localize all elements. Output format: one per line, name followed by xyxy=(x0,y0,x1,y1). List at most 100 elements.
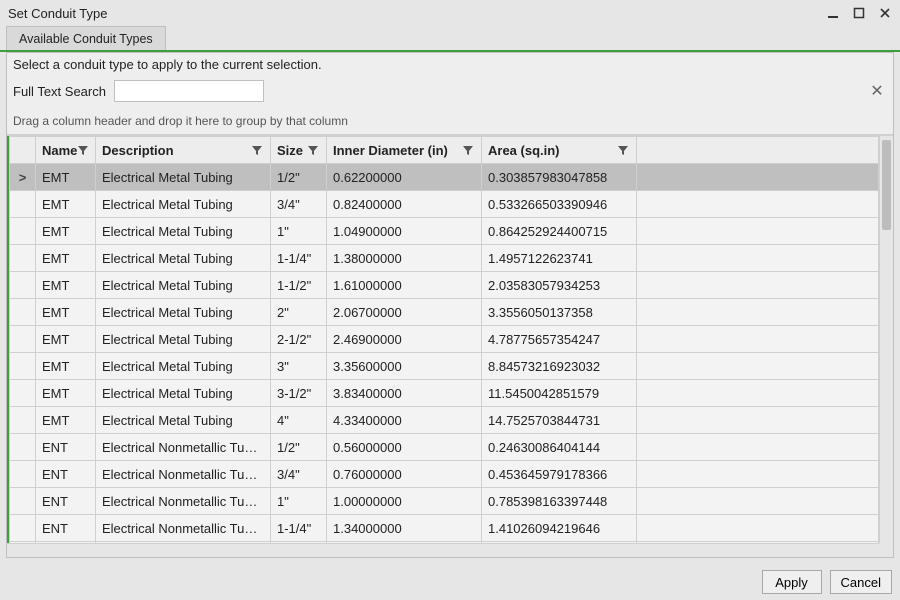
content-panel: Select a conduit type to apply to the cu… xyxy=(6,52,894,558)
scrollbar-corner xyxy=(879,543,893,557)
horizontal-scrollbar[interactable] xyxy=(7,543,879,557)
cancel-button[interactable]: Cancel xyxy=(830,570,892,594)
clear-search-button[interactable]: ✕ xyxy=(867,81,887,101)
cell-inner_diameter: 0.56000000 xyxy=(327,434,482,461)
cell-size: 3-1/2" xyxy=(271,380,327,407)
row-selector-icon[interactable] xyxy=(10,272,36,299)
row-selector-icon[interactable] xyxy=(10,245,36,272)
apply-button[interactable]: Apply xyxy=(762,570,822,594)
cell-name: EMT xyxy=(36,272,96,299)
minimize-icon xyxy=(827,7,839,19)
table-row[interactable]: EMTElectrical Metal Tubing4"4.3340000014… xyxy=(10,407,879,434)
cell-name: EMT xyxy=(36,407,96,434)
close-window-button[interactable] xyxy=(876,4,894,22)
row-selector-icon[interactable] xyxy=(10,434,36,461)
cell-area: 0.24630086404144 xyxy=(482,434,637,461)
column-header-size[interactable]: Size xyxy=(271,137,327,164)
cell-area: 3.3556050137358 xyxy=(482,299,637,326)
tab-available-conduit-types[interactable]: Available Conduit Types xyxy=(6,26,166,50)
grid-viewport[interactable]: Name Description xyxy=(7,136,879,543)
cell-name: EMT xyxy=(36,191,96,218)
scrollbar-thumb[interactable] xyxy=(882,140,891,230)
filter-icon[interactable] xyxy=(77,143,89,157)
cell-name: ENT xyxy=(36,515,96,542)
table-row[interactable]: >EMTElectrical Metal Tubing1/2"0.6220000… xyxy=(10,164,879,191)
row-selector-icon[interactable] xyxy=(10,191,36,218)
cell-inner_diameter: 1.61000000 xyxy=(327,272,482,299)
tabstrip: Available Conduit Types xyxy=(0,26,900,52)
cell-description: Electrical Metal Tubing xyxy=(96,353,271,380)
cell-inner_diameter: 1.04900000 xyxy=(327,218,482,245)
table-row[interactable]: ENTElectrical Nonmetallic Tubing3/4"0.76… xyxy=(10,461,879,488)
column-header-empty[interactable] xyxy=(637,137,879,164)
cell-description: Electrical Metal Tubing xyxy=(96,380,271,407)
row-selector-icon[interactable] xyxy=(10,218,36,245)
cell-empty xyxy=(637,515,879,542)
cell-description: Electrical Metal Tubing xyxy=(96,299,271,326)
column-header-area[interactable]: Area (sq.in) xyxy=(482,137,637,164)
column-header-inner-diameter[interactable]: Inner Diameter (in) xyxy=(327,137,482,164)
cell-name: ENT xyxy=(36,434,96,461)
cell-description: Electrical Metal Tubing xyxy=(96,407,271,434)
instruction-text: Select a conduit type to apply to the cu… xyxy=(7,53,893,76)
cell-area: 14.7525703844731 xyxy=(482,407,637,434)
table-row[interactable]: ENTElectrical Nonmetallic Tubing1"1.0000… xyxy=(10,488,879,515)
row-selector-icon[interactable] xyxy=(10,515,36,542)
cell-area: 0.785398163397448 xyxy=(482,488,637,515)
filter-icon[interactable] xyxy=(616,143,630,157)
window-buttons xyxy=(824,4,894,22)
filter-icon[interactable] xyxy=(250,143,264,157)
table-row[interactable]: EMTElectrical Metal Tubing1-1/2"1.610000… xyxy=(10,272,879,299)
table-row[interactable]: EMTElectrical Metal Tubing3"3.356000008.… xyxy=(10,353,879,380)
row-selector-icon[interactable] xyxy=(10,326,36,353)
table-row[interactable]: EMTElectrical Metal Tubing2-1/2"2.469000… xyxy=(10,326,879,353)
column-header-name[interactable]: Name xyxy=(36,137,96,164)
cell-empty xyxy=(637,191,879,218)
cell-inner_diameter: 2.06700000 xyxy=(327,299,482,326)
row-selector-icon[interactable] xyxy=(10,380,36,407)
minimize-button[interactable] xyxy=(824,4,842,22)
cell-description: Electrical Metal Tubing xyxy=(96,191,271,218)
table-row[interactable]: EMTElectrical Metal Tubing3-1/2"3.834000… xyxy=(10,380,879,407)
cell-name: EMT xyxy=(36,326,96,353)
cell-empty xyxy=(637,245,879,272)
table-row[interactable]: EMTElectrical Metal Tubing2"2.067000003.… xyxy=(10,299,879,326)
window: Set Conduit Type Available Conduit Types… xyxy=(0,0,900,600)
search-input[interactable] xyxy=(114,80,264,102)
table-row[interactable]: EMTElectrical Metal Tubing3/4"0.82400000… xyxy=(10,191,879,218)
cell-name: EMT xyxy=(36,218,96,245)
table-row[interactable]: EMTElectrical Metal Tubing1-1/4"1.380000… xyxy=(10,245,879,272)
column-label: Inner Diameter (in) xyxy=(333,143,461,158)
cell-area: 0.453645979178366 xyxy=(482,461,637,488)
cell-name: EMT xyxy=(36,245,96,272)
cell-inner_diameter: 2.46900000 xyxy=(327,326,482,353)
window-title: Set Conduit Type xyxy=(8,6,824,21)
cell-description: Electrical Nonmetallic Tubing xyxy=(96,515,271,542)
vertical-scrollbar[interactable] xyxy=(879,136,893,543)
maximize-button[interactable] xyxy=(850,4,868,22)
row-selector-icon[interactable] xyxy=(10,461,36,488)
cell-empty xyxy=(637,299,879,326)
cell-inner_diameter: 0.76000000 xyxy=(327,461,482,488)
group-by-hint[interactable]: Drag a column header and drop it here to… xyxy=(7,108,893,135)
row-selector-icon[interactable] xyxy=(10,353,36,380)
table-row[interactable]: ENTElectrical Nonmetallic Tubing1/2"0.56… xyxy=(10,434,879,461)
row-selector-icon[interactable]: > xyxy=(10,164,36,191)
titlebar[interactable]: Set Conduit Type xyxy=(0,0,900,26)
column-header-description[interactable]: Description xyxy=(96,137,271,164)
cell-size: 3/4" xyxy=(271,461,327,488)
cell-size: 3/4" xyxy=(271,191,327,218)
cell-name: ENT xyxy=(36,461,96,488)
column-label: Size xyxy=(277,143,306,158)
row-selector-icon[interactable] xyxy=(10,299,36,326)
table-row[interactable]: ENTElectrical Nonmetallic Tubing1-1/4"1.… xyxy=(10,515,879,542)
table-row[interactable]: EMTElectrical Metal Tubing1"1.049000000.… xyxy=(10,218,879,245)
filter-icon[interactable] xyxy=(461,143,475,157)
cell-size: 1-1/4" xyxy=(271,245,327,272)
filter-icon[interactable] xyxy=(306,143,320,157)
row-selector-icon[interactable] xyxy=(10,407,36,434)
cell-size: 3" xyxy=(271,353,327,380)
cell-description: Electrical Metal Tubing xyxy=(96,272,271,299)
cell-area: 2.03583057934253 xyxy=(482,272,637,299)
row-selector-icon[interactable] xyxy=(10,488,36,515)
